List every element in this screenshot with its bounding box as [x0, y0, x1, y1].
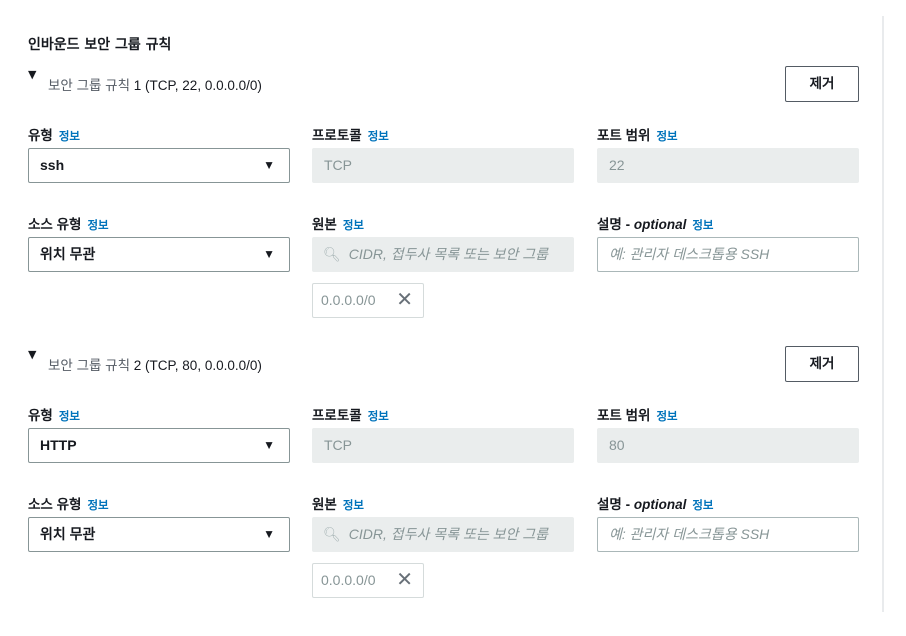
info-link[interactable]: 정보 [87, 500, 108, 512]
remove-rule-button[interactable]: 제거 [785, 66, 859, 102]
section-title: 인바운드 보안 그룹 규칙 [28, 37, 172, 53]
description-label: 설명 - optional 정보 [597, 217, 714, 232]
source-label: 원본 정보 [312, 497, 365, 512]
dropdown-arrow-icon: ▼ [263, 438, 275, 452]
protocol-input: TCP [312, 148, 574, 183]
port-range-label: 포트 범위 정보 [597, 408, 678, 423]
type-select[interactable]: HTTP ▼ [28, 428, 290, 463]
info-link[interactable]: 정보 [656, 131, 677, 143]
info-link[interactable]: 정보 [656, 411, 677, 423]
info-link[interactable]: 정보 [692, 220, 713, 232]
source-type-select[interactable]: 위치 무관 ▼ [28, 517, 290, 552]
port-range-input: 80 [597, 428, 859, 463]
dropdown-arrow-icon: ▼ [263, 158, 275, 172]
close-icon[interactable]: ✕ [396, 564, 413, 597]
protocol-label: 프로토콜 정보 [312, 408, 389, 423]
protocol-label: 프로토콜 정보 [312, 128, 389, 143]
dropdown-arrow-icon: ▼ [263, 247, 275, 261]
source-label: 원본 정보 [312, 217, 365, 232]
info-link[interactable]: 정보 [368, 131, 389, 143]
info-link[interactable]: 정보 [692, 500, 713, 512]
type-label: 유형 정보 [28, 408, 81, 423]
cidr-token: 0.0.0.0/0 ✕ [312, 283, 424, 318]
port-range-input: 22 [597, 148, 859, 183]
info-link[interactable]: 정보 [59, 411, 80, 423]
type-select[interactable]: ssh ▼ [28, 148, 290, 183]
cidr-token: 0.0.0.0/0 ✕ [312, 563, 424, 598]
source-type-label: 소스 유형 정보 [28, 217, 109, 232]
source-type-select[interactable]: 위치 무관 ▼ [28, 237, 290, 272]
rule-title: 보안 그룹 규칙 2 (TCP, 80, 0.0.0.0/0) [48, 358, 262, 373]
info-link[interactable]: 정보 [87, 220, 108, 232]
info-link[interactable]: 정보 [368, 411, 389, 423]
dropdown-arrow-icon: ▼ [263, 527, 275, 541]
search-icon: 🔍︎ [323, 246, 341, 262]
security-group-rule-1: ▼ 보안 그룹 규칙 1 (TCP, 22, 0.0.0.0/0) 제거 유형 정… [0, 66, 880, 356]
search-icon: 🔍︎ [323, 526, 341, 542]
caret-down-icon[interactable]: ▼ [28, 348, 36, 361]
security-group-rule-2: ▼ 보안 그룹 규칙 2 (TCP, 80, 0.0.0.0/0) 제거 유형 정… [0, 346, 880, 636]
caret-down-icon[interactable]: ▼ [28, 68, 36, 81]
info-link[interactable]: 정보 [59, 131, 80, 143]
remove-rule-button[interactable]: 제거 [785, 346, 859, 382]
type-label: 유형 정보 [28, 128, 81, 143]
source-search-input[interactable]: 🔍︎ CIDR, 접두사 목록 또는 보안 그룹 [312, 237, 574, 272]
port-range-label: 포트 범위 정보 [597, 128, 678, 143]
description-input[interactable]: 예: 관리자 데스크톱용 SSH [597, 237, 859, 272]
rule-title: 보안 그룹 규칙 1 (TCP, 22, 0.0.0.0/0) [48, 78, 262, 93]
description-input[interactable]: 예: 관리자 데스크톱용 SSH [597, 517, 859, 552]
protocol-input: TCP [312, 428, 574, 463]
panel-divider [882, 16, 884, 612]
description-label: 설명 - optional 정보 [597, 497, 714, 512]
source-type-label: 소스 유형 정보 [28, 497, 109, 512]
close-icon[interactable]: ✕ [396, 284, 413, 317]
source-search-input[interactable]: 🔍︎ CIDR, 접두사 목록 또는 보안 그룹 [312, 517, 574, 552]
info-link[interactable]: 정보 [343, 500, 364, 512]
info-link[interactable]: 정보 [343, 220, 364, 232]
